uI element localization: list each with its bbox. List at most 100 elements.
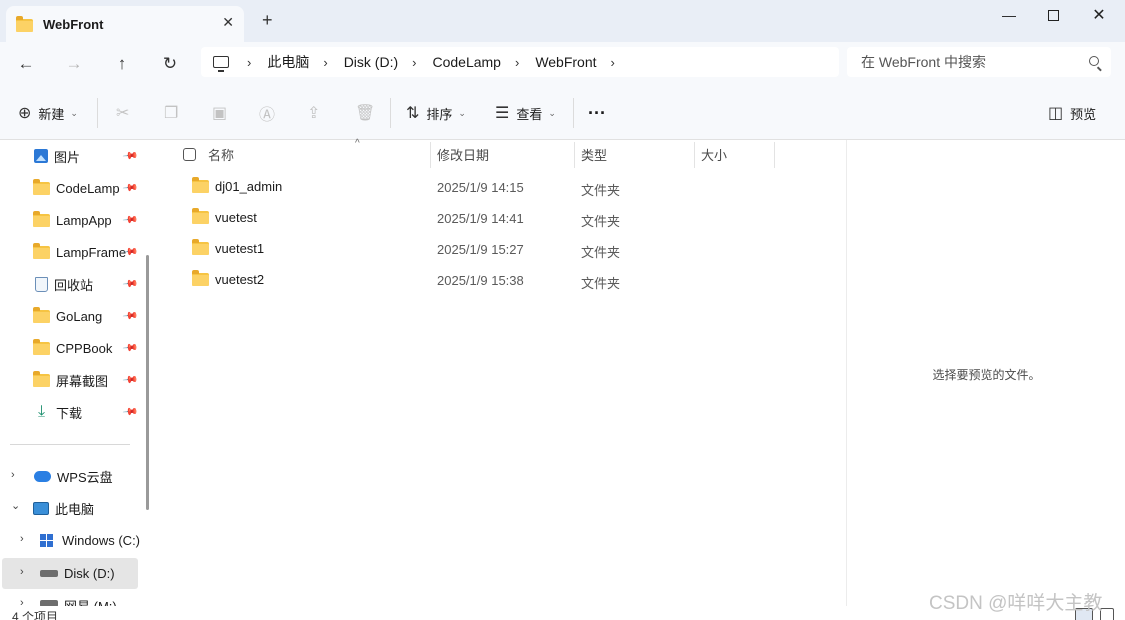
column-header-label: 名称 [208,147,235,163]
column-divider[interactable] [430,142,431,168]
trash-icon: 🗑 [355,105,376,122]
preview-pane: 选择要预览的文件。 [846,140,1125,606]
command-bar: ⊕ 新建 ⌄ ✂ ❐ ▣ Ⓐ ⇪ 🗑 ⇅ 排序 ⌄ ☰ 查看 ⌄ ··· ◫ 预… [0,86,1125,140]
close-window-button[interactable]: ✕ [1076,0,1122,30]
minimize-button[interactable]: — [986,0,1032,30]
sidebar-scrollbar[interactable] [146,255,149,510]
file-name: dj01_admin [215,179,283,194]
preview-message: 选择要预览的文件。 [932,368,1041,382]
column-divider[interactable] [774,142,775,168]
sidebar-item-wps-cloud[interactable]: WPS云盘 [0,462,140,490]
share-button[interactable]: ⇪ [307,102,327,124]
share-icon: ⇪ [307,105,321,122]
sidebar-item-drive-c[interactable]: Windows (C:) [0,526,140,554]
sidebar-item-label: GoLang [56,308,103,324]
pin-icon: 📌 [121,179,139,197]
sidebar-item-drive-m[interactable]: 网易 (M:) [0,590,140,606]
pin-icon: 📌 [121,275,139,293]
copy-icon: ❐ [164,105,179,122]
sidebar-item-golang[interactable]: GoLang 📌 [0,302,140,330]
preview-label: 预览 [1070,106,1097,122]
toolbar-divider [573,98,574,128]
column-header-type[interactable]: 类型 [581,140,607,168]
folder-icon [192,208,209,224]
pin-icon: 📌 [121,403,139,421]
new-tab-button[interactable]: + [262,11,273,29]
sidebar-item-downloads[interactable]: ⤓ 下载 📌 [0,398,140,426]
search-input[interactable]: 在 WebFront 中搜索 [847,47,1111,77]
sidebar-item-label: 网易 (M:) [64,596,117,606]
tab-webfront[interactable]: WebFront ✕ [6,6,244,42]
cut-button[interactable]: ✂ [116,102,136,124]
sidebar-item-pictures[interactable]: 图片 📌 [0,142,140,170]
file-date: 2025/1/9 14:15 [437,180,524,195]
new-button[interactable]: ⊕ 新建 ⌄ [18,102,78,124]
chevron-right-icon[interactable]: › [412,55,416,70]
folder-icon [33,338,50,355]
close-icon: ✕ [1092,7,1106,24]
sidebar-item-label: 图片 [54,149,81,165]
sort-button[interactable]: ⇅ 排序 ⌄ [406,102,466,124]
file-date: 2025/1/9 15:38 [437,273,524,288]
back-button[interactable]: ← [12,51,40,77]
sidebar-item-screenshots[interactable]: 屏幕截图 📌 [0,366,140,394]
file-list: 名称 ^ 修改日期 类型 大小 dj01_admin 2025/1/9 14:1… [156,138,846,606]
preview-pane-button[interactable]: ◫ 预览 [1048,102,1096,124]
close-tab-icon[interactable]: ✕ [222,14,234,31]
sidebar-item-codelamp[interactable]: CodeLamp 📌 [0,174,140,202]
windows-drive-icon [40,533,56,547]
copy-button[interactable]: ❐ [164,102,185,124]
select-all-checkbox[interactable] [183,148,196,161]
pin-icon: 📌 [121,307,139,325]
chevron-right-icon[interactable]: › [611,55,615,70]
pin-icon: 📌 [121,147,139,165]
folder-icon [33,306,50,323]
forward-button[interactable]: → [60,51,88,77]
paste-button[interactable]: ▣ [212,102,234,124]
sidebar-item-recycle-bin[interactable]: 回收站 📌 [0,270,140,298]
chevron-down-icon: ⌄ [548,107,556,118]
file-type: 文件夹 [581,276,621,291]
column-divider[interactable] [574,142,575,168]
view-button[interactable]: ☰ 查看 ⌄ [495,102,556,124]
chevron-right-icon[interactable]: › [20,566,24,578]
breadcrumb-this-pc[interactable]: 此电脑 [267,52,309,72]
chevron-right-icon[interactable]: › [515,55,519,70]
file-date: 2025/1/9 14:41 [437,211,524,226]
toolbar-divider [97,98,98,128]
recycle-bin-icon [35,276,48,292]
file-date: 2025/1/9 15:27 [437,242,524,257]
sidebar-item-this-pc[interactable]: 此电脑 [0,494,140,522]
toolbar-divider [390,98,391,128]
folder-icon [16,16,34,32]
file-row[interactable]: vuetest2 2025/1/9 15:38 文件夹 [156,265,846,295]
maximize-button[interactable] [1030,0,1076,30]
sidebar-item-label: 回收站 [54,277,94,293]
sidebar-item-label: Windows (C:) [62,532,141,548]
rename-icon: Ⓐ [259,107,276,124]
sidebar-item-lampapp[interactable]: LampApp 📌 [0,206,140,234]
breadcrumb-webfront[interactable]: WebFront [535,54,596,70]
file-row[interactable]: vuetest1 2025/1/9 15:27 文件夹 [156,234,846,264]
column-divider[interactable] [694,142,695,168]
file-row[interactable]: vuetest 2025/1/9 14:41 文件夹 [156,203,846,233]
column-header-name[interactable]: 名称 ^ [208,138,426,168]
breadcrumb-disk-d[interactable]: Disk (D:) [344,54,398,70]
sidebar-item-cppbook[interactable]: CPPBook 📌 [0,334,140,362]
scissors-icon: ✂ [116,105,130,122]
rename-button[interactable]: Ⓐ [259,102,282,124]
column-header-size[interactable]: 大小 [701,140,727,168]
delete-button[interactable]: 🗑 [355,102,382,124]
pin-icon: 📌 [121,371,139,389]
chevron-right-icon[interactable]: › [323,55,327,70]
refresh-button[interactable]: ↻ [156,51,184,77]
file-row[interactable]: dj01_admin 2025/1/9 14:15 文件夹 [156,172,846,202]
up-button[interactable]: ↑ [108,51,136,77]
address-bar[interactable]: › 此电脑 › Disk (D:) › CodeLamp › WebFront … [201,47,839,77]
folder-icon [192,270,209,286]
breadcrumb-codelamp[interactable]: CodeLamp [432,54,501,70]
sidebar-item-lampframe[interactable]: LampFrame 📌 [0,238,140,266]
sidebar-item-label: 下载 [56,405,83,421]
column-header-date[interactable]: 修改日期 [437,140,489,168]
more-options-button[interactable]: ··· [588,102,606,124]
